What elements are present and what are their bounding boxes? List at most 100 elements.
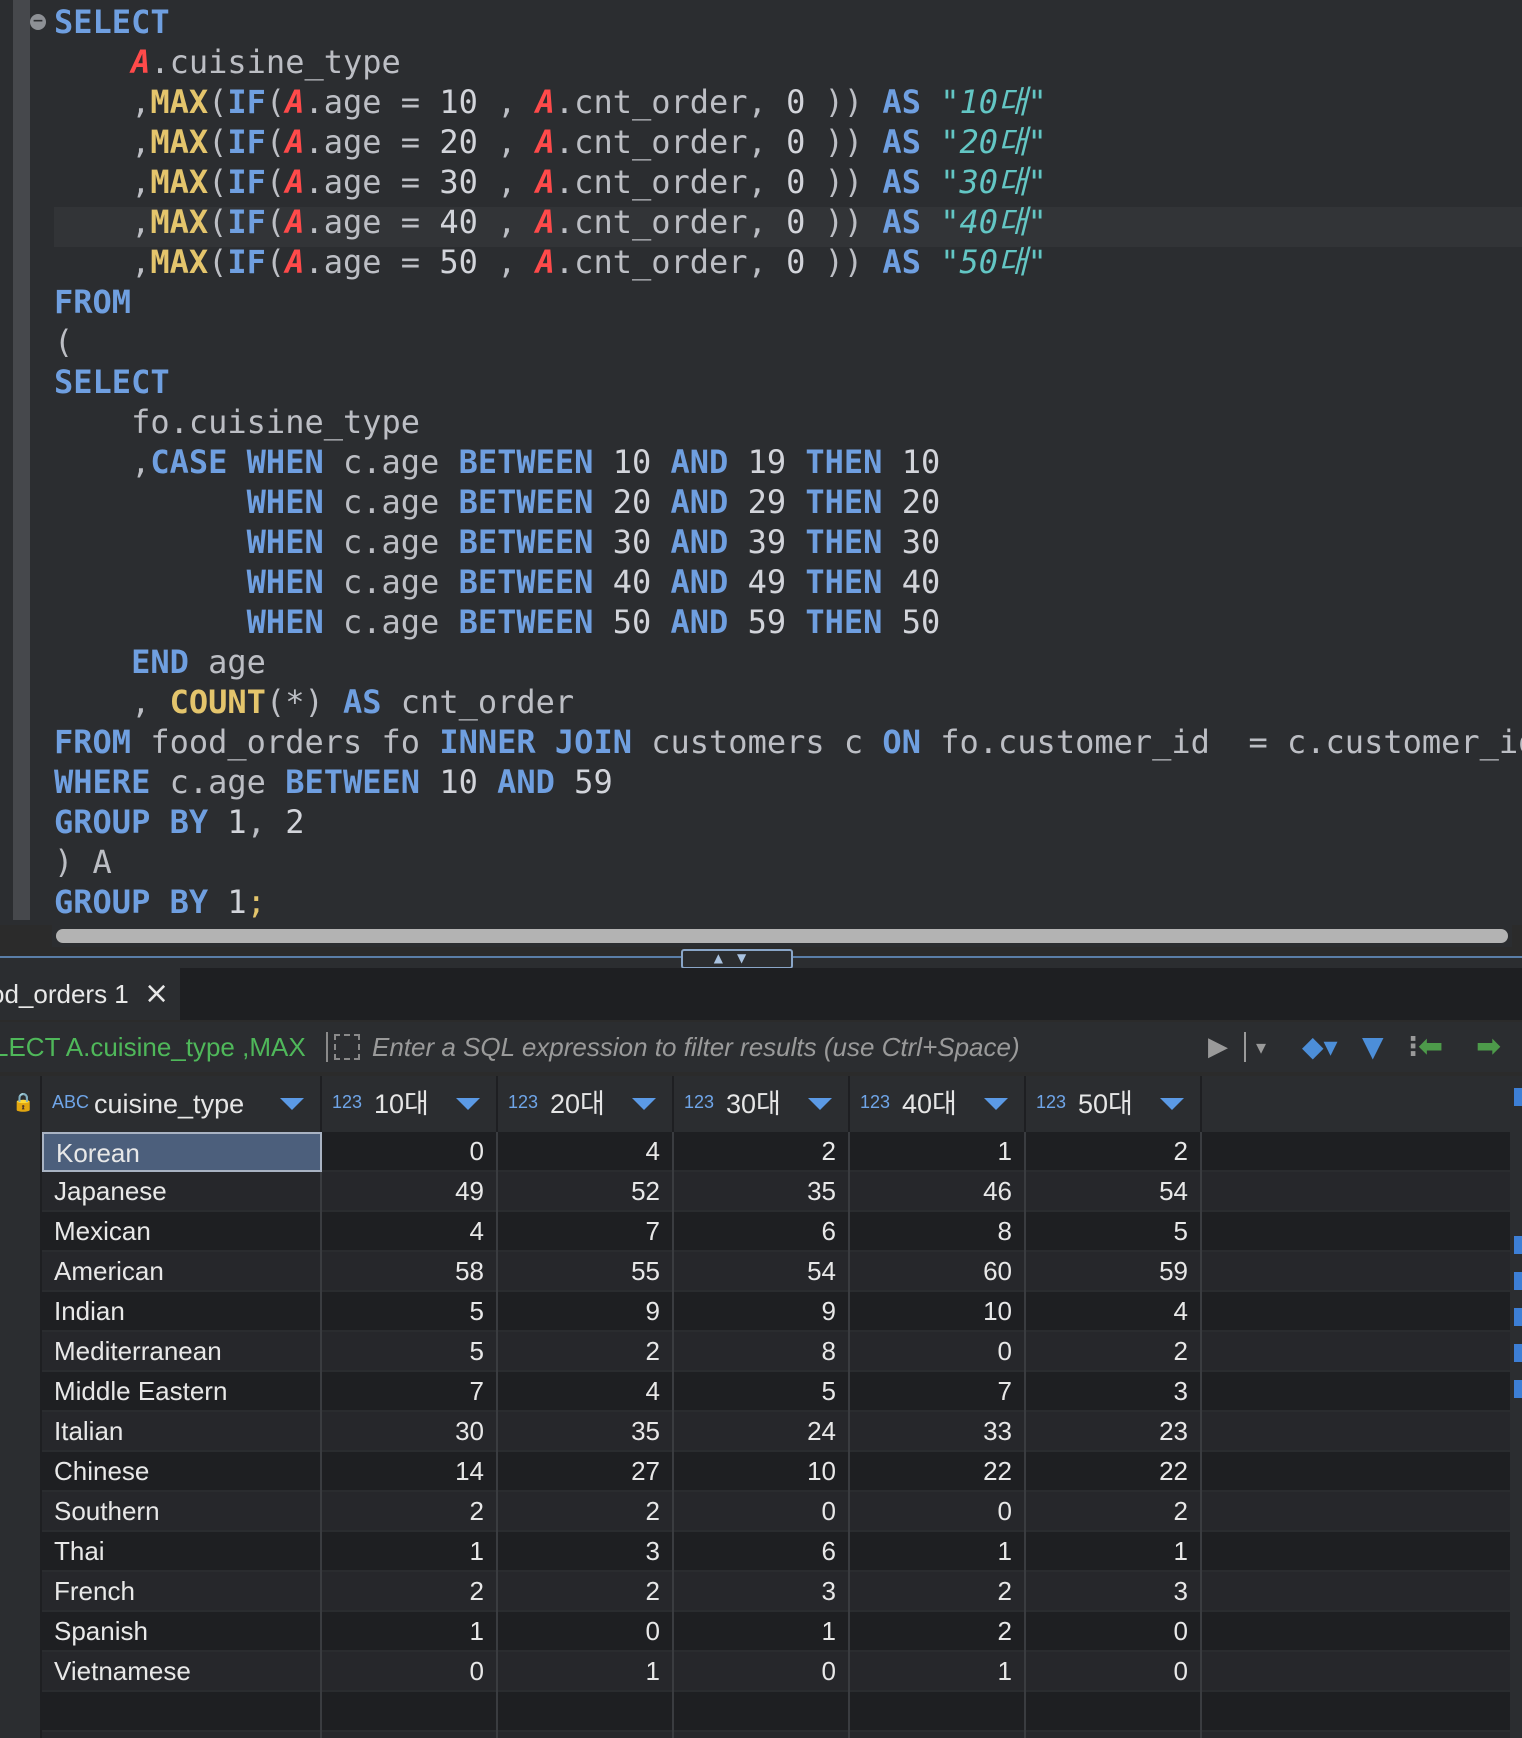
table-cell[interactable]: 59 bbox=[1026, 1252, 1202, 1292]
code-line[interactable]: END age bbox=[54, 642, 1522, 682]
table-cell[interactable]: 4 bbox=[1026, 1292, 1202, 1332]
table-row[interactable] bbox=[0, 1692, 1510, 1732]
table-cell[interactable]: 6 bbox=[674, 1532, 850, 1572]
table-cell[interactable]: 54 bbox=[674, 1252, 850, 1292]
table-cell[interactable]: Chinese bbox=[42, 1452, 322, 1492]
table-row[interactable]: Thai 1 3 6 1 1 bbox=[0, 1532, 1510, 1572]
row-header[interactable] bbox=[0, 1252, 42, 1292]
arrow-left-icon[interactable]: ⬅ bbox=[1418, 1022, 1443, 1072]
table-cell[interactable]: 9 bbox=[674, 1292, 850, 1332]
table-cell[interactable]: 0 bbox=[322, 1652, 498, 1692]
code-line[interactable]: ( bbox=[54, 322, 1522, 362]
table-cell[interactable]: Vietnamese bbox=[42, 1652, 322, 1692]
table-cell[interactable]: Mexican bbox=[42, 1212, 322, 1252]
table-cell[interactable]: 52 bbox=[498, 1172, 674, 1212]
table-cell[interactable] bbox=[498, 1732, 674, 1738]
table-cell[interactable]: 0 bbox=[1026, 1652, 1202, 1692]
table-row[interactable]: American 58 55 54 60 59 bbox=[0, 1252, 1510, 1292]
query-preview[interactable]: LECT A.cuisine_type ,MAX bbox=[0, 1022, 320, 1072]
table-cell[interactable]: Southern bbox=[42, 1492, 322, 1532]
table-cell[interactable] bbox=[850, 1732, 1026, 1738]
table-cell[interactable]: 1 bbox=[674, 1612, 850, 1652]
table-cell[interactable]: 54 bbox=[1026, 1172, 1202, 1212]
table-cell[interactable]: 7 bbox=[498, 1212, 674, 1252]
table-row[interactable]: Japanese 49 52 35 46 54 bbox=[0, 1172, 1510, 1212]
table-cell[interactable] bbox=[674, 1732, 850, 1738]
table-cell[interactable]: 8 bbox=[850, 1212, 1026, 1252]
table-cell[interactable]: 55 bbox=[498, 1252, 674, 1292]
table-cell[interactable]: 3 bbox=[498, 1532, 674, 1572]
table-cell[interactable]: 1 bbox=[850, 1532, 1026, 1572]
row-header[interactable] bbox=[0, 1372, 42, 1412]
table-cell[interactable]: 4 bbox=[498, 1372, 674, 1412]
table-cell[interactable] bbox=[42, 1732, 322, 1738]
code-line[interactable]: WHEN c.age BETWEEN 30 AND 39 THEN 30 bbox=[54, 522, 1522, 562]
table-cell[interactable]: 0 bbox=[1026, 1612, 1202, 1652]
table-cell[interactable]: 2 bbox=[850, 1612, 1026, 1652]
results-tab[interactable]: od_orders 1 × bbox=[0, 968, 180, 1020]
expand-icon[interactable] bbox=[334, 1034, 360, 1060]
table-cell[interactable]: 8 bbox=[674, 1332, 850, 1372]
code-line[interactable]: SELECT bbox=[54, 2, 1522, 42]
table-cell[interactable]: 5 bbox=[322, 1292, 498, 1332]
play-icon[interactable]: ▶ bbox=[1208, 1022, 1228, 1072]
table-cell[interactable] bbox=[674, 1692, 850, 1732]
fold-collapse-icon[interactable]: − bbox=[30, 14, 46, 30]
column-header-40대[interactable]: 123 40대 bbox=[850, 1076, 1026, 1132]
table-cell[interactable] bbox=[42, 1692, 322, 1732]
table-cell[interactable]: Indian bbox=[42, 1292, 322, 1332]
column-header-cuisine-type[interactable]: ABC cuisine_type bbox=[42, 1076, 322, 1132]
column-header-10대[interactable]: 123 10대 bbox=[322, 1076, 498, 1132]
close-icon[interactable]: × bbox=[144, 968, 169, 1020]
table-cell[interactable]: American bbox=[42, 1252, 322, 1292]
results-grid[interactable]: 🔒 ABC cuisine_type 123 10대 123 20대 123 30대 123 40… bbox=[0, 1076, 1510, 1738]
arrow-right-icon[interactable]: ➡ bbox=[1476, 1022, 1501, 1072]
table-cell[interactable]: 14 bbox=[322, 1452, 498, 1492]
row-header[interactable] bbox=[0, 1612, 42, 1652]
table-row[interactable]: Vietnamese 0 1 0 1 0 bbox=[0, 1652, 1510, 1692]
table-row[interactable] bbox=[0, 1732, 1510, 1738]
table-cell[interactable]: 10 bbox=[674, 1452, 850, 1492]
table-cell[interactable]: 1 bbox=[322, 1532, 498, 1572]
table-cell[interactable]: 58 bbox=[322, 1252, 498, 1292]
table-cell[interactable] bbox=[1026, 1692, 1202, 1732]
filter-input[interactable] bbox=[372, 1022, 1202, 1072]
code-line[interactable]: ,MAX(IF(A.age = 30 , A.cnt_order, 0 )) A… bbox=[54, 162, 1522, 202]
table-cell[interactable]: 23 bbox=[1026, 1412, 1202, 1452]
vertical-scrollbar[interactable] bbox=[1510, 1076, 1522, 1738]
table-cell[interactable]: 30 bbox=[322, 1412, 498, 1452]
table-cell[interactable]: 2 bbox=[498, 1332, 674, 1372]
table-cell[interactable]: 7 bbox=[850, 1372, 1026, 1412]
table-cell[interactable]: 2 bbox=[1026, 1492, 1202, 1532]
table-cell[interactable]: Spanish bbox=[42, 1612, 322, 1652]
table-cell[interactable] bbox=[850, 1692, 1026, 1732]
sort-dropdown-icon[interactable] bbox=[280, 1098, 304, 1110]
table-cell[interactable]: 1 bbox=[1026, 1532, 1202, 1572]
code-line[interactable]: GROUP BY 1, 2 bbox=[54, 802, 1522, 842]
table-cell[interactable]: 5 bbox=[322, 1332, 498, 1372]
code-line[interactable]: , COUNT(*) AS cnt_order bbox=[54, 682, 1522, 722]
table-cell[interactable]: 22 bbox=[850, 1452, 1026, 1492]
sort-dropdown-icon[interactable] bbox=[1160, 1098, 1184, 1110]
table-cell[interactable]: 33 bbox=[850, 1412, 1026, 1452]
table-cell[interactable]: 35 bbox=[674, 1172, 850, 1212]
table-row[interactable]: Middle Eastern 7 4 5 7 3 bbox=[0, 1372, 1510, 1412]
table-cell[interactable]: 22 bbox=[1026, 1452, 1202, 1492]
table-cell[interactable]: Korean bbox=[42, 1132, 322, 1172]
table-cell[interactable]: 10 bbox=[850, 1292, 1026, 1332]
filter-icon[interactable]: ▼ bbox=[1362, 1022, 1384, 1072]
row-header[interactable] bbox=[0, 1532, 42, 1572]
table-cell[interactable]: 0 bbox=[850, 1332, 1026, 1372]
table-cell[interactable]: 1 bbox=[322, 1612, 498, 1652]
eraser-icon[interactable]: ◆▾ bbox=[1302, 1022, 1338, 1072]
table-row[interactable]: Mediterranean 5 2 8 0 2 bbox=[0, 1332, 1510, 1372]
row-header[interactable] bbox=[0, 1652, 42, 1692]
sort-dropdown-icon[interactable] bbox=[984, 1098, 1008, 1110]
sort-dropdown-icon[interactable] bbox=[632, 1098, 656, 1110]
table-cell[interactable]: 7 bbox=[322, 1372, 498, 1412]
row-header[interactable] bbox=[0, 1132, 42, 1172]
table-row[interactable]: Indian 5 9 9 10 4 bbox=[0, 1292, 1510, 1332]
row-header[interactable] bbox=[0, 1572, 42, 1612]
horizontal-scrollbar-thumb[interactable] bbox=[56, 929, 1508, 943]
table-cell[interactable]: 2 bbox=[322, 1492, 498, 1532]
